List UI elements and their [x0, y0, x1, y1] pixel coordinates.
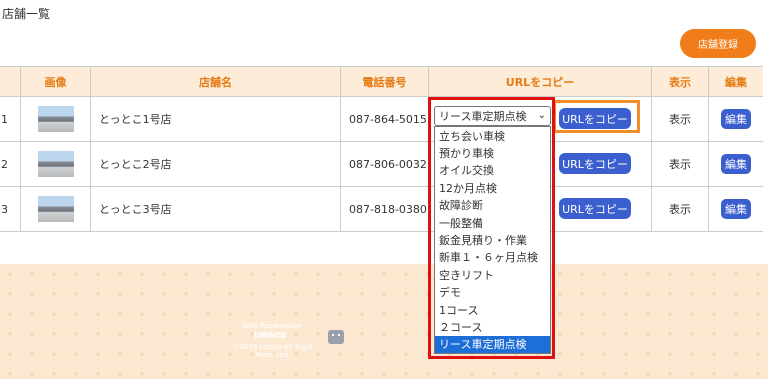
store-phone: 087-864-5015: [340, 97, 428, 141]
store-thumbnail: [37, 106, 74, 132]
store-phone: 087-818-0380: [340, 187, 428, 231]
store-name: とっとこ3号店: [90, 187, 340, 231]
display-link[interactable]: 表示: [651, 97, 708, 141]
store-table: 画像 店舗名 電話番号 URLをコピー 表示 編集 1 とっとこ1号店 087-…: [0, 66, 763, 232]
robot-icon: [328, 330, 344, 344]
table-header: 画像 店舗名 電話番号 URLをコピー 表示 編集: [0, 67, 763, 97]
header-num: [0, 67, 20, 96]
header-url-copy: URLをコピー: [428, 67, 651, 96]
register-store-button[interactable]: 店舗登録: [680, 29, 756, 58]
edit-button[interactable]: 編集: [721, 154, 751, 174]
header-phone: 電話番号: [340, 67, 428, 96]
store-thumbnail: [37, 196, 74, 222]
copy-url-button[interactable]: URLをコピー: [559, 153, 631, 174]
table-row: 3 とっとこ3号店 087-818-0380 URLをコピー 表示 編集: [0, 187, 763, 232]
footer-pattern: Web Reservation system totoco ©2016 toto…: [0, 264, 768, 379]
highlight-select: [428, 97, 555, 359]
edit-button[interactable]: 編集: [721, 199, 751, 219]
row-number: 2: [1, 157, 8, 171]
table-row: 1 とっとこ1号店 087-864-5015 URLをコピー 表示 編集: [0, 97, 763, 142]
store-name: とっとこ1号店: [90, 97, 340, 141]
footer-brand: totoco: [253, 331, 287, 341]
highlight-copy-button: [553, 100, 640, 133]
header-edit: 編集: [708, 67, 763, 96]
copy-url-button[interactable]: URLをコピー: [559, 198, 631, 219]
store-name: とっとこ2号店: [90, 142, 340, 186]
store-phone: 087-806-0032: [340, 142, 428, 186]
store-thumbnail: [37, 151, 74, 177]
header-display: 表示: [651, 67, 708, 96]
row-number: 3: [1, 202, 8, 216]
footer-copyright: ©2016 totoco All Right Reserved.: [232, 343, 314, 359]
table-row: 2 とっとこ2号店 087-806-0032 URLをコピー 表示 編集: [0, 142, 763, 187]
display-link[interactable]: 表示: [651, 142, 708, 186]
header-image: 画像: [20, 67, 90, 96]
row-number: 1: [1, 112, 8, 126]
page-title: 店舗一覧: [2, 7, 51, 21]
display-link[interactable]: 表示: [651, 187, 708, 231]
edit-button[interactable]: 編集: [721, 109, 751, 129]
header-store-name: 店舗名: [90, 67, 340, 96]
